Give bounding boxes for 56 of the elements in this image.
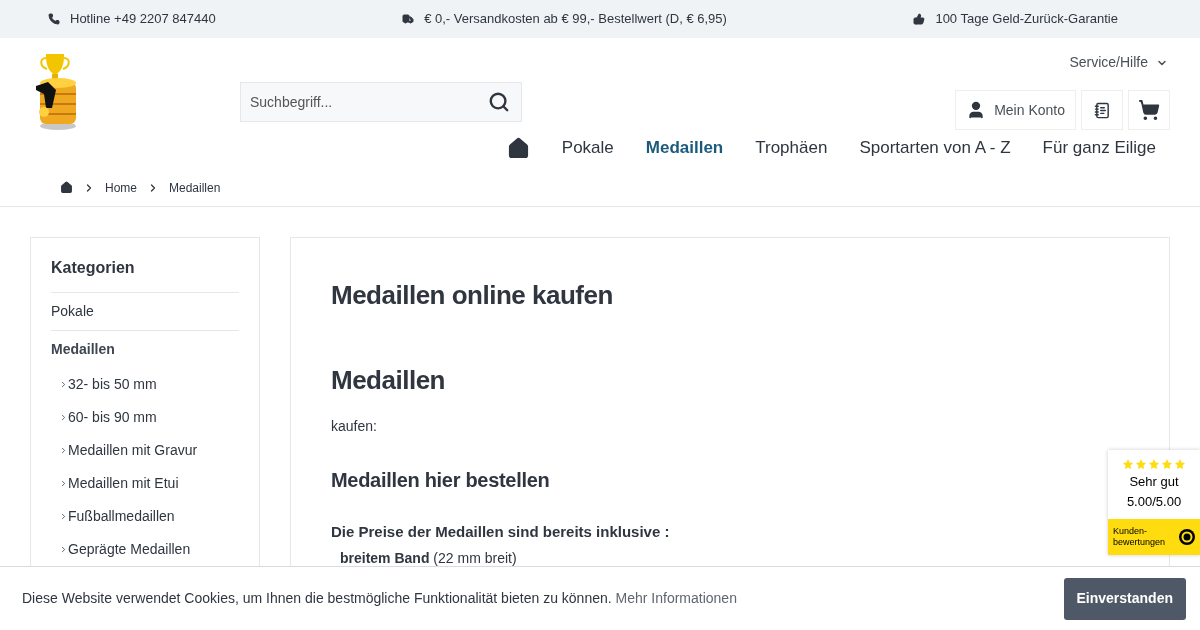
breadcrumb-link[interactable]: Medaillen <box>169 178 221 197</box>
reviews-label: Kunden- bewertungen <box>1113 526 1166 548</box>
panel-title: Kategorien <box>51 256 239 293</box>
rating-score: 5.00/5.00 <box>1126 492 1182 511</box>
home-icon[interactable] <box>60 181 73 194</box>
section-heading: Medaillen <box>331 364 446 397</box>
subcategory-link[interactable]: 32- bis 50 mm <box>68 374 157 395</box>
info-text: Hotline +49 2207 847440 <box>70 10 216 29</box>
nav-link[interactable]: Pokale <box>561 135 614 161</box>
search-icon[interactable] <box>488 91 510 113</box>
chevron-icon <box>59 413 68 422</box>
nav-link[interactable]: Trophäen <box>755 135 828 161</box>
subcategory-link[interactable]: 60- bis 90 mm <box>68 407 157 428</box>
category-link[interactable]: Medaillen <box>51 331 239 368</box>
list-text: breitem Band (22 mm breit) <box>339 548 518 568</box>
phone-icon <box>48 13 60 25</box>
accept-button[interactable]: Einverstanden <box>1063 577 1186 620</box>
info-text: € 0,- Versandkosten ab € 99,- Bestellwert (D, € 6,95) <box>424 10 727 29</box>
intro-text: kaufen: <box>331 417 378 436</box>
account-button[interactable]: Mein Konto <box>955 90 1076 130</box>
nav-link[interactable]: Medaillen <box>645 135 724 161</box>
trusted-seal-icon <box>1178 528 1196 546</box>
chevron-icon <box>59 446 68 455</box>
chevron-icon <box>59 512 68 521</box>
cart-icon <box>1138 99 1160 121</box>
notepad-icon <box>1093 101 1111 119</box>
subheading: Medaillen hier bestellen <box>331 468 551 493</box>
chevron-icon <box>59 545 68 554</box>
service-menu[interactable]: Service/Hilfe <box>1069 52 1168 73</box>
info-text: 100 Tage Geld-Zurück-Garantie <box>935 10 1118 29</box>
subcategory-link[interactable]: Medaillen mit Etui <box>68 473 179 494</box>
star-icon <box>1161 458 1173 470</box>
star-icon <box>1122 458 1134 470</box>
star-icon <box>1148 458 1160 470</box>
chevron-icon <box>59 479 68 488</box>
chevron-icon <box>59 380 68 389</box>
nav-link[interactable]: Sportarten von A - Z <box>859 135 1011 161</box>
nav-link[interactable]: Für ganz Eilige <box>1042 135 1156 161</box>
more-info-link[interactable]: Mehr Informationen <box>615 590 737 606</box>
rating-verdict: Sehr gut <box>1129 473 1179 491</box>
subcategory-link[interactable]: Geprägte Medaillen <box>68 539 191 560</box>
truck-icon <box>402 13 415 25</box>
category-link[interactable]: Pokale <box>51 293 239 331</box>
cookie-text: Diese Website verwendet Cookies, um Ihnen die bestmögliche Funktionalität bieten zu können. Mehr Informationen <box>22 589 738 608</box>
breadcrumb-link[interactable]: Home <box>105 178 137 197</box>
star-icon <box>1135 458 1147 470</box>
search-field[interactable]: Suchbegriff... <box>240 82 522 122</box>
page-title: Medaillen online kaufen <box>331 279 614 312</box>
home-icon[interactable] <box>506 136 530 160</box>
thumbs-up-icon <box>913 13 926 25</box>
cart-button[interactable] <box>1128 90 1170 130</box>
subcategory-link[interactable]: Medaillen mit Gravur <box>68 440 198 461</box>
notepad-button[interactable] <box>1081 90 1123 130</box>
subcategory-link[interactable]: Fußballmedaillen <box>68 506 175 527</box>
star-icon <box>1174 458 1186 470</box>
rating-badge[interactable]: Sehr gut 5.00/5.00 Kunden- bewertungen <box>1108 450 1200 555</box>
